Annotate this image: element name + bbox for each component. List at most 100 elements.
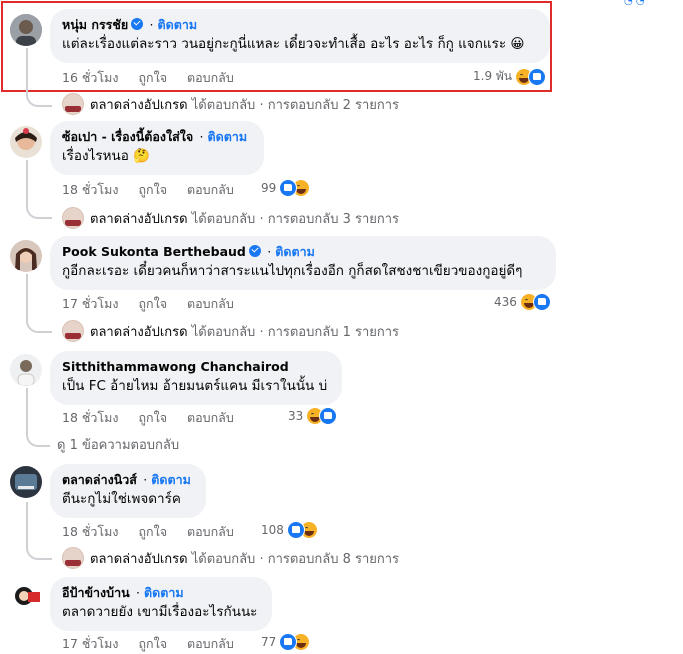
timestamp[interactable]: 18 ชั่วโมง [62,524,118,539]
comment-bubble: Sitthithammawong Chanchairod เป็น FC อ้า… [50,351,342,405]
reaction-summary[interactable]: 99 [261,179,311,197]
reply-button[interactable]: ตอบกลับ [187,182,234,197]
comment-bubble: ซ้อเปา - เรื่องนี้ต้องใส่ใจ · ติดตาม เรื่… [50,121,264,175]
separator: · [199,129,204,144]
comment-actions: 17 ชั่วโมง ถูกใจ ตอบกลับ [62,294,254,314]
reply-button[interactable]: ตอบกลับ [187,296,234,311]
view-more-replies[interactable]: ดู 1 ข้อความตอบกลับ [57,434,179,455]
page-avatar [62,320,84,342]
like-button[interactable]: ถูกใจ [138,70,167,85]
thread-line [26,160,28,200]
reply-summary[interactable]: ตลาดล่างอัปเกรด ได้ตอบกลับ · การตอบกลับ … [62,320,399,342]
like-button[interactable]: ถูกใจ [138,524,167,539]
author-name[interactable]: Pook Sukonta Berthebaud [62,244,246,259]
reply-count: · การตอบกลับ 3 รายการ [259,211,400,227]
reply-button[interactable]: ตอบกลับ [187,524,234,539]
follow-button[interactable]: ติดตาม [151,472,191,487]
like-icon [286,521,305,539]
author-name[interactable]: ซ้อเปา - เรื่องนี้ต้องใส่ใจ [62,129,193,144]
reaction-summary[interactable]: 436 [494,293,551,311]
reply-page-name: ตลาดล่างอัปเกรด [90,211,188,227]
reply-action: ได้ตอบกลับ [191,551,256,567]
reaction-summary[interactable]: 108 [261,521,318,539]
thread-line [26,274,28,314]
reply-button[interactable]: ตอบกลับ [187,410,234,425]
comment-text: ตีนะกูไม่ใช่เพจดาร์ค [62,491,181,507]
reaction-count: 1.9 พัน [473,69,513,83]
like-button[interactable]: ถูกใจ [138,296,167,311]
reaction-summary[interactable]: 33 [288,407,338,425]
reply-summary[interactable]: ตลาดล่างอัปเกรด ได้ตอบกลับ · การตอบกลับ … [62,547,399,569]
comment-author-row: หนุ่ม กรรชัย · ติดตาม [62,16,538,33]
comment-text: แต่ละเรื่องแต่ละราว วนอยู่กะกูนี่แหละ เด… [62,36,525,52]
verified-icon [131,18,144,30]
avatar[interactable] [10,354,42,386]
thread-connector [26,83,52,107]
author-name[interactable]: Sitthithammawong Chanchairod [62,359,289,374]
avatar[interactable] [10,466,42,498]
author-name[interactable]: อีป้าข้างบ้าน [62,585,130,600]
follow-button[interactable]: ติดตาม [144,585,184,600]
timestamp[interactable]: 16 ชั่วโมง [62,70,118,85]
like-icon [319,407,338,425]
reply-page-name: ตลาดล่างอัปเกรด [90,551,188,567]
thread-connector [26,195,52,219]
follow-button[interactable]: ติดตาม [158,17,198,32]
reply-action: ได้ตอบกลับ [191,97,256,113]
comment-bubble: หนุ่ม กรรชัย · ติดตาม แต่ละเรื่องแต่ละราว… [50,9,550,63]
reply-summary[interactable]: ตลาดล่างอัปเกรด ได้ตอบกลับ · การตอบกลับ … [62,93,399,115]
reply-button[interactable]: ตอบกลับ [187,70,234,85]
timestamp[interactable]: 18 ชั่วโมง [62,410,118,425]
comment-author-row: Pook Sukonta Berthebaud · ติดตาม [62,243,544,260]
reply-action: ได้ตอบกลับ [191,324,256,340]
comment-bubble: ตลาดล่างนิวส์ · ติดตาม ตีนะกูไม่ใช่เพจดาร… [50,464,206,518]
author-name[interactable]: หนุ่ม กรรชัย [62,17,128,32]
avatar[interactable] [10,14,42,46]
thread-line [26,48,28,88]
like-icon [532,293,551,311]
like-button[interactable]: ถูกใจ [138,636,167,651]
page-avatar [62,207,84,229]
follow-button[interactable]: ติดตาม [275,244,315,259]
comment-actions: 18 ชั่วโมง ถูกใจ ตอบกลับ [62,522,254,542]
timestamp[interactable]: 17 ชั่วโมง [62,296,118,311]
avatar[interactable] [10,240,42,272]
top-partial-icons: ◔ ◔ [624,0,645,7]
thread-connector [26,309,52,333]
comment-author-row: Sitthithammawong Chanchairod [62,358,330,375]
comment-text: กูอีกละเรอะ เดี๋ยวคนก็หาว่าสาระแนไปทุกเร… [62,263,523,279]
reaction-count: 436 [494,295,517,309]
timestamp[interactable]: 17 ชั่วโมง [62,636,118,651]
reply-count: · การตอบกลับ 2 รายการ [259,97,400,113]
comment-author-row: อีป้าข้างบ้าน · ติดตาม [62,584,260,601]
comment-text: เป็น FC อ้ายไหม อ้ายมนตร์แคน มีเราในนั้น… [62,378,328,394]
comment-bubble: Pook Sukonta Berthebaud · ติดตาม กูอีกละเ… [50,236,556,290]
timestamp[interactable]: 18 ชั่วโมง [62,182,118,197]
separator: · [143,472,148,487]
reply-summary[interactable]: ตลาดล่างอัปเกรด ได้ตอบกลับ · การตอบกลับ … [62,207,399,229]
comment-actions: 17 ชั่วโมง ถูกใจ ตอบกลับ [62,634,254,654]
follow-button[interactable]: ติดตาม [207,129,247,144]
comment-author-row: ตลาดล่างนิวส์ · ติดตาม [62,471,194,488]
like-button[interactable]: ถูกใจ [138,410,167,425]
comment-author-row: ซ้อเปา - เรื่องนี้ต้องใส่ใจ · ติดตาม [62,128,252,145]
avatar[interactable] [10,580,42,612]
page-avatar [62,93,84,115]
comment-actions: 18 ชั่วโมง ถูกใจ ตอบกลับ [62,408,254,428]
reply-button[interactable]: ตอบกลับ [187,636,234,651]
like-button[interactable]: ถูกใจ [138,182,167,197]
reaction-summary[interactable]: 1.9 พัน [473,67,547,86]
reaction-count: 33 [288,409,304,423]
comment-text: ตลาดวายยัง เขามีเรื่องอะไรกันนะ [62,604,258,620]
thread-connector [26,536,52,560]
reply-page-name: ตลาดล่างอัปเกรด [90,324,188,340]
verified-icon [248,245,261,257]
thread-line [26,388,28,428]
page-avatar [62,547,84,569]
thread-connector [26,423,50,447]
avatar[interactable] [10,126,42,158]
reaction-summary[interactable]: 77 [261,633,311,651]
separator: · [136,585,140,600]
author-name[interactable]: ตลาดล่างนิวส์ [62,472,137,487]
reply-count: · การตอบกลับ 8 รายการ [259,551,400,567]
